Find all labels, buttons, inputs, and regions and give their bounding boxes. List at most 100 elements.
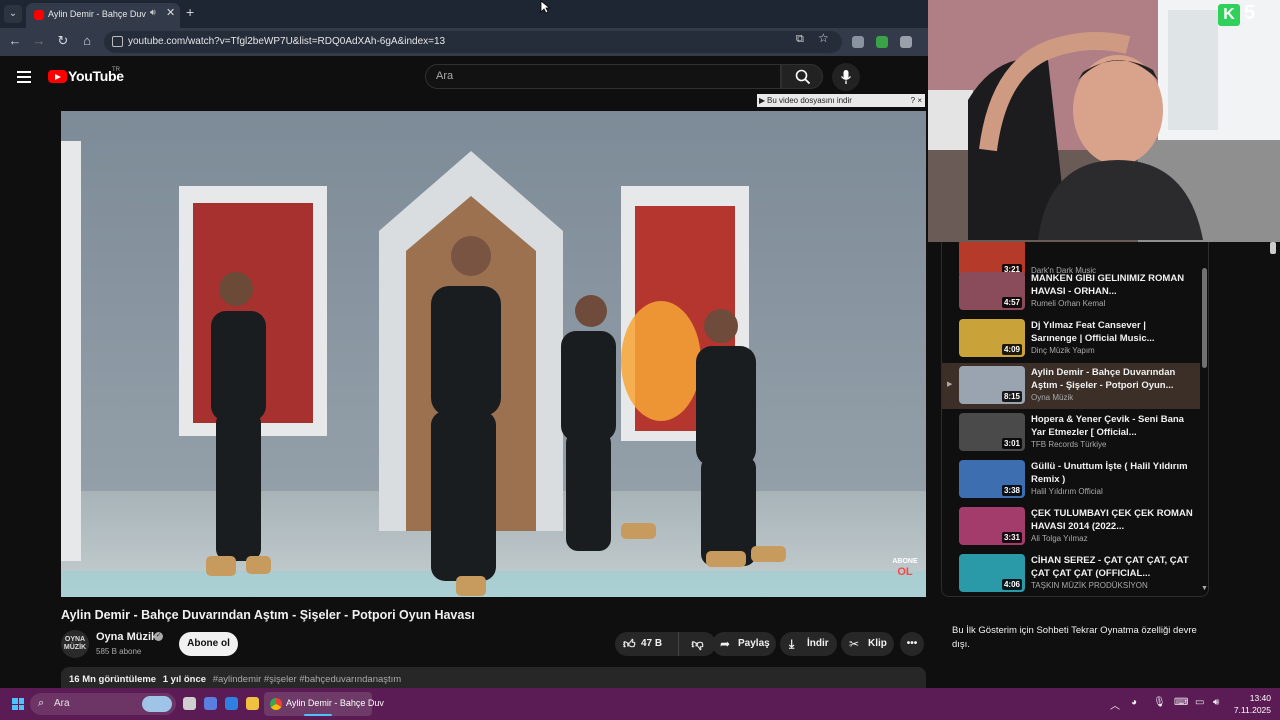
playlist-thumbnail[interactable]: 3:38 bbox=[959, 460, 1025, 498]
clip-label: Klip bbox=[868, 638, 887, 649]
playlist-thumbnail[interactable]: 4:57 bbox=[959, 272, 1025, 310]
playlist-item-title[interactable]: Dj Yılmaz Feat Cansever | Sarınenge | Of… bbox=[1031, 319, 1193, 345]
close-icon[interactable]: × bbox=[917, 96, 922, 105]
duration-badge: 3:31 bbox=[1001, 532, 1022, 543]
stream-badge: K 5 bbox=[1218, 2, 1276, 26]
speaker-icon[interactable]: 🔊︎ bbox=[150, 7, 156, 18]
display-icon[interactable]: ▭ bbox=[1195, 697, 1204, 708]
share-icon: ➦ bbox=[720, 637, 731, 651]
clip-button[interactable]: ✂ Klip bbox=[841, 632, 894, 656]
channel-avatar[interactable]: OYNA MÜZİK bbox=[61, 630, 89, 658]
watermark-line1: ABONE bbox=[892, 558, 918, 565]
download-button[interactable]: ⤓ İndir bbox=[780, 632, 837, 656]
forward-icon[interactable]: → bbox=[30, 33, 48, 48]
playlist-item-title[interactable]: MANKEN GIBI GELINIMIZ ROMAN HAVASI - ORH… bbox=[1031, 272, 1193, 298]
playlist-item-channel: Oyna Müzik bbox=[1031, 393, 1074, 402]
new-tab-icon[interactable]: + bbox=[186, 4, 194, 20]
playlist-item-title[interactable]: CİHAN SEREZ - ÇAT ÇAT ÇAT, ÇAT ÇAT ÇAT Ç… bbox=[1031, 554, 1193, 580]
playlist-item-title[interactable]: Hopera & Yener Çevik - Seni Bana Yar Etm… bbox=[1031, 413, 1193, 439]
playlist-thumbnail[interactable]: 8:15 bbox=[959, 366, 1025, 404]
thumbs-up-icon: 👍︎ bbox=[623, 637, 636, 651]
url-text[interactable]: youtube.com/watch?v=Tfgl2beWP7U&list=RDQ… bbox=[128, 36, 445, 47]
clock-time[interactable]: 13:40 bbox=[1239, 693, 1271, 703]
extension-icon[interactable] bbox=[876, 36, 888, 48]
download-banner-label[interactable]: Bu video dosyasını indir bbox=[767, 94, 852, 107]
playlist-item-title[interactable]: ÇEK TULUMBAYI ÇEK ÇEK ROMAN HAVASI 2014 … bbox=[1031, 507, 1193, 533]
playlist-thumbnail[interactable]: 4:06 bbox=[959, 554, 1025, 592]
duration-badge: 4:09 bbox=[1001, 344, 1022, 355]
playlist-item[interactable]: 3:31 ÇEK TULUMBAYI ÇEK ÇEK ROMAN HAVASI … bbox=[942, 504, 1200, 550]
playlist-item-title[interactable]: Güllü - Unuttum İşte ( Halil Yıldırım Re… bbox=[1031, 460, 1193, 486]
playlist-item[interactable]: 4:06 CİHAN SEREZ - ÇAT ÇAT ÇAT, ÇAT ÇAT … bbox=[942, 551, 1200, 596]
taskbar-chrome-app[interactable]: Aylin Demir - Bahçe Duv bbox=[264, 692, 384, 716]
subscribe-button[interactable]: Abone ol bbox=[179, 632, 238, 656]
taskbar-search-placeholder[interactable]: Ara bbox=[54, 698, 70, 709]
dislike-button[interactable]: 👎︎ bbox=[679, 632, 716, 656]
playlist-item[interactable]: 3:01 Hopera & Yener Çevik - Seni Bana Ya… bbox=[942, 410, 1200, 456]
playlist-item[interactable]: 4:57 MANKEN GIBI GELINIMIZ ROMAN HAVASI … bbox=[942, 269, 1200, 315]
menu-icon[interactable] bbox=[17, 71, 31, 86]
windows-start-icon[interactable] bbox=[12, 698, 24, 710]
search-highlight-icon bbox=[142, 696, 172, 712]
download-video-banner[interactable]: Bu video dosyasını indir ▶ ? × bbox=[757, 94, 925, 107]
clock-date[interactable]: 7.11.2025 bbox=[1230, 705, 1271, 715]
address-bar[interactable]: youtube.com/watch?v=Tfgl2beWP7U&list=RDQ… bbox=[104, 31, 842, 53]
youtube-logo-icon[interactable] bbox=[48, 70, 67, 83]
chrome-icon bbox=[270, 698, 282, 710]
keyboard-icon[interactable]: ⌨ bbox=[1174, 697, 1188, 708]
playlist-scrollbar[interactable] bbox=[1202, 268, 1207, 368]
playlist-item[interactable]: 4:09 Dj Yılmaz Feat Cansever | Sarınenge… bbox=[942, 316, 1200, 362]
playlist-item-channel: Halil Yıldırım Official bbox=[1031, 487, 1103, 496]
taskbar-search-box[interactable]: ⌕ Ara bbox=[30, 693, 176, 715]
page-scrollbar[interactable] bbox=[1270, 242, 1276, 254]
back-icon[interactable]: ← bbox=[6, 33, 24, 48]
share-button[interactable]: ➦ Paylaş bbox=[712, 632, 776, 656]
playlist-thumbnail[interactable]: 3:01 bbox=[959, 413, 1025, 451]
scissors-icon: ✂ bbox=[849, 637, 860, 651]
help-icon[interactable]: ? bbox=[911, 96, 915, 105]
channel-name[interactable]: Oyna Müzik bbox=[96, 631, 157, 643]
video-frame-image bbox=[61, 111, 926, 597]
more-actions-button[interactable]: ••• bbox=[900, 632, 924, 656]
duration-badge: 3:01 bbox=[1001, 438, 1022, 449]
description-box[interactable]: 16 Mn görüntüleme 1 yıl önce #aylindemir… bbox=[61, 667, 926, 688]
playlist-thumbnail[interactable]: 4:09 bbox=[959, 319, 1025, 357]
playlist-thumbnail[interactable]: 3:31 bbox=[959, 507, 1025, 545]
playlist-panel: 3:21 Dark'n Dark Music 4:57 MANKEN GIBI … bbox=[941, 242, 1209, 597]
microphone-tray-icon[interactable]: 🎙︎ bbox=[1153, 697, 1166, 708]
edge-browser-icon[interactable] bbox=[225, 697, 238, 710]
subscribe-watermark[interactable]: ABONE OL bbox=[890, 557, 920, 585]
like-button[interactable]: 👍︎ 47 B bbox=[615, 632, 679, 656]
install-app-icon[interactable]: ⧉ bbox=[796, 33, 804, 46]
browser-tab-active[interactable]: Aylin Demir - Bahçe Duvarı 🔊︎ ✕ bbox=[26, 3, 180, 28]
playlist-item-channel: TAŞKIN MÜZİK PRODÜKSİYON bbox=[1031, 581, 1148, 590]
reload-icon[interactable]: ↻ bbox=[54, 33, 72, 49]
video-player[interactable]: ABONE OL bbox=[61, 111, 926, 597]
playlist-item[interactable]: 3:38 Güllü - Unuttum İşte ( Halil Yıldır… bbox=[942, 457, 1200, 503]
voice-search-button[interactable] bbox=[832, 63, 860, 91]
microphone-icon bbox=[840, 70, 852, 84]
kick-logo-icon: K bbox=[1218, 4, 1240, 26]
download-banner-close[interactable]: ? × bbox=[911, 94, 922, 107]
bookmark-star-icon[interactable]: ☆ bbox=[818, 31, 829, 45]
file-explorer-icon[interactable] bbox=[246, 697, 259, 710]
task-view-icon[interactable] bbox=[183, 697, 196, 710]
search-button[interactable] bbox=[781, 64, 823, 89]
shield-extension-icon[interactable] bbox=[852, 36, 864, 48]
hashtags[interactable]: #aylindemir #şişeler #bahçeduvarındanaşt… bbox=[213, 674, 402, 685]
tray-overflow-chevron-icon[interactable]: ︿ bbox=[1110, 697, 1120, 712]
browser-toolbar: ← → ↻ ⌂ youtube.com/watch?v=Tfgl2beWP7U&… bbox=[0, 28, 928, 56]
copilot-icon[interactable] bbox=[204, 697, 217, 710]
tray-app-icon[interactable]: ◕ bbox=[1131, 697, 1137, 708]
extensions-puzzle-icon[interactable] bbox=[900, 36, 912, 48]
playlist-item-title[interactable]: Aylin Demir - Bahçe Duvarından Aştım - Ş… bbox=[1031, 366, 1193, 392]
search-input[interactable]: Ara bbox=[425, 64, 781, 89]
playlist-item-current[interactable]: ▶ 8:15 Aylin Demir - Bahçe Duvarından Aş… bbox=[942, 363, 1200, 409]
volume-icon[interactable]: 🔊︎ bbox=[1213, 697, 1219, 708]
close-tab-icon[interactable]: ✕ bbox=[166, 6, 175, 19]
home-icon[interactable]: ⌂ bbox=[78, 33, 96, 48]
scroll-down-arrow-icon[interactable]: ▼ bbox=[1201, 585, 1208, 592]
download-label: İndir bbox=[807, 638, 829, 649]
site-info-icon[interactable] bbox=[112, 36, 123, 47]
tab-list-button[interactable]: ⌄ bbox=[4, 5, 22, 23]
